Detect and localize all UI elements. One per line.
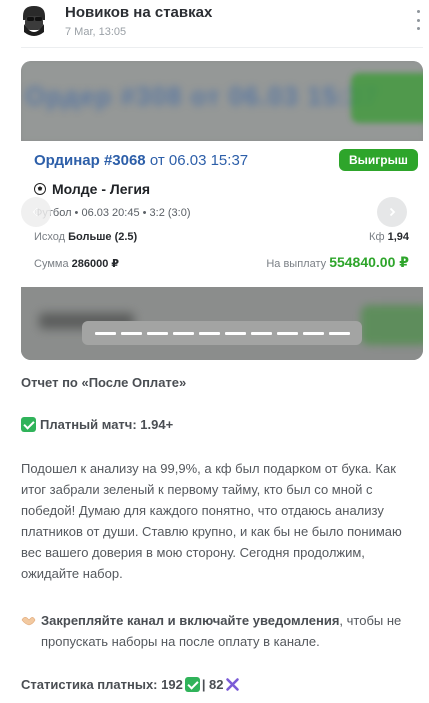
paid-match-line: Платный матч: 1.94+: [21, 414, 173, 435]
outcome-row: Исход Больше (2.5): [34, 231, 137, 243]
bet-from-word: от: [149, 152, 165, 169]
sum-row: Сумма 286000 ₽: [34, 257, 119, 270]
soccer-ball-icon: [34, 183, 46, 195]
chevron-right-icon: [389, 207, 396, 217]
post-date: 7 Mar, 13:05: [65, 26, 127, 38]
slide-pager[interactable]: [82, 321, 362, 345]
cross-mark-icon: [225, 678, 239, 691]
slide-dot[interactable]: [276, 331, 298, 335]
next-slide-button[interactable]: [377, 197, 407, 227]
slide-dot[interactable]: [120, 331, 142, 335]
stats-line: Статистика платных: 192 | 82: [21, 674, 240, 695]
bet-title: Ординар #3068 от 06.03 15:37: [34, 152, 248, 169]
coef-value: 1,94: [387, 231, 409, 243]
chevron-left-icon: [32, 207, 39, 217]
stats-label: Статистика платных: 192: [21, 677, 183, 692]
coef-label: Кф: [369, 231, 385, 243]
channel-avatar[interactable]: [19, 4, 49, 38]
sum-value: 286000 ₽: [71, 258, 120, 270]
stats-separator: | 82: [201, 677, 224, 692]
check-mark-icon: [21, 417, 36, 432]
blurred-badge-bottom: [361, 305, 423, 345]
bet-type: Ординар: [34, 152, 100, 169]
promo-text: Закрепляйте канал и включайте уведомлени…: [41, 610, 421, 652]
outcome-value: Больше (2.5): [68, 231, 138, 243]
more-options-icon[interactable]: [413, 10, 423, 30]
media-carousel[interactable]: Ордер #308 от 06.03 15:37 Ординар #3068 …: [21, 61, 423, 360]
payout-label: На выплату: [266, 258, 327, 270]
match-row: Молде - Легия: [34, 181, 150, 197]
channel-name[interactable]: Новиков на ставках: [65, 4, 212, 21]
paid-match-text: Платный матч: 1.94+: [40, 417, 174, 432]
bet-slip-card: Ординар #3068 от 06.03 15:37 Выигрыш Мол…: [21, 141, 423, 287]
sum-label: Сумма: [34, 258, 69, 270]
outcome-label: Исход: [34, 231, 66, 243]
slide-dot[interactable]: [224, 331, 246, 335]
bet-date: 06.03 15:37: [168, 152, 249, 169]
post-paragraph: Подошел к анализу на 99,9%, а кф был под…: [21, 461, 402, 581]
promo-line: Закрепляйте канал и включайте уведомлени…: [21, 610, 421, 652]
report-title: Отчет по «После Оплате»: [21, 375, 187, 390]
match-meta: Футбол • 06.03 20:45 • 3:2 (3:0): [34, 207, 191, 219]
previous-slide-button[interactable]: [21, 197, 51, 227]
blurred-text-top: Ордер #308 от 06.03 15:37: [25, 81, 379, 111]
slide-dot[interactable]: [328, 331, 350, 335]
payout-row: На выплату 554840.00 ₽: [266, 254, 409, 271]
post-header: Новиков на ставках 7 Mar, 13:05: [0, 0, 429, 48]
match-name: Молде - Легия: [52, 181, 151, 197]
slide-dot[interactable]: [250, 331, 272, 335]
slide-dot[interactable]: [172, 331, 194, 335]
slide-dot[interactable]: [302, 331, 324, 335]
slide-dot[interactable]: [146, 331, 168, 335]
handshake-icon: [21, 617, 36, 626]
win-check-icon: [184, 677, 200, 692]
blurred-badge-top: [351, 73, 423, 123]
promo-bold: Закрепляйте канал и включайте уведомлени…: [41, 613, 340, 628]
payout-value: 554840.00 ₽: [329, 254, 409, 270]
slide-dot[interactable]: [198, 331, 220, 335]
slide-dot[interactable]: [94, 331, 116, 335]
coef-row: Кф 1,94: [369, 231, 409, 243]
status-badge: Выигрыш: [339, 149, 418, 171]
bet-number: #3068: [103, 152, 146, 169]
header-divider: [21, 47, 423, 48]
